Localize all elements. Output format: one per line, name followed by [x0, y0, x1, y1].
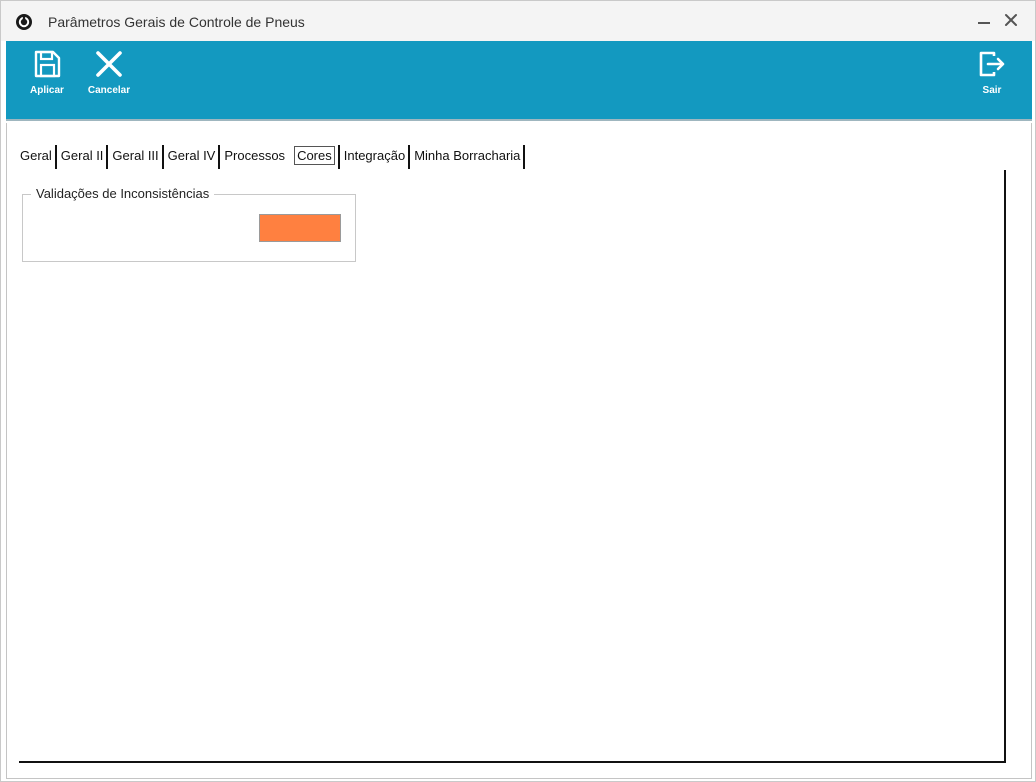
- apply-button[interactable]: Aplicar: [25, 49, 69, 96]
- floppy-disk-icon: [34, 50, 61, 78]
- cancel-label: Cancelar: [87, 85, 131, 96]
- close-x-icon: [96, 51, 122, 77]
- tab-integracao[interactable]: Integração: [340, 144, 411, 169]
- tab-geral-ii[interactable]: Geral II: [57, 144, 109, 169]
- app-logo-icon: [15, 13, 33, 31]
- tab-strip: Geral Geral II Geral III Geral IV Proces…: [20, 143, 526, 169]
- tab-processos[interactable]: Processos: [220, 144, 290, 168]
- exit-label: Sair: [982, 85, 1002, 96]
- validation-group-legend: Validações de Inconsistências: [31, 186, 215, 201]
- tab-pane-bottom-border: [19, 761, 1006, 763]
- cancel-button[interactable]: Cancelar: [82, 49, 136, 96]
- tab-minha-borracharia[interactable]: Minha Borracharia: [410, 144, 526, 169]
- toolbar: Aplicar Cancelar Sair: [6, 41, 1032, 121]
- minimize-button[interactable]: [973, 9, 995, 31]
- minimize-icon: [978, 22, 990, 24]
- apply-label: Aplicar: [30, 85, 64, 96]
- window-title: Parâmetros Gerais de Controle de Pneus: [48, 14, 305, 30]
- tab-pane-right-border: [1004, 170, 1006, 762]
- tab-geral-iv[interactable]: Geral IV: [164, 144, 221, 169]
- inconsistency-color-swatch[interactable]: [259, 214, 341, 242]
- tab-cores[interactable]: Cores: [290, 144, 340, 169]
- tab-geral-iii[interactable]: Geral III: [108, 144, 164, 169]
- close-icon: [1005, 14, 1017, 26]
- main-window: Parâmetros Gerais de Controle de Pneus A…: [0, 0, 1036, 782]
- close-window-button[interactable]: [1000, 9, 1022, 31]
- tab-geral[interactable]: Geral: [20, 144, 57, 169]
- exit-door-icon: [979, 51, 1005, 77]
- title-bar: Parâmetros Gerais de Controle de Pneus: [1, 1, 1035, 41]
- exit-button[interactable]: Sair: [974, 49, 1010, 96]
